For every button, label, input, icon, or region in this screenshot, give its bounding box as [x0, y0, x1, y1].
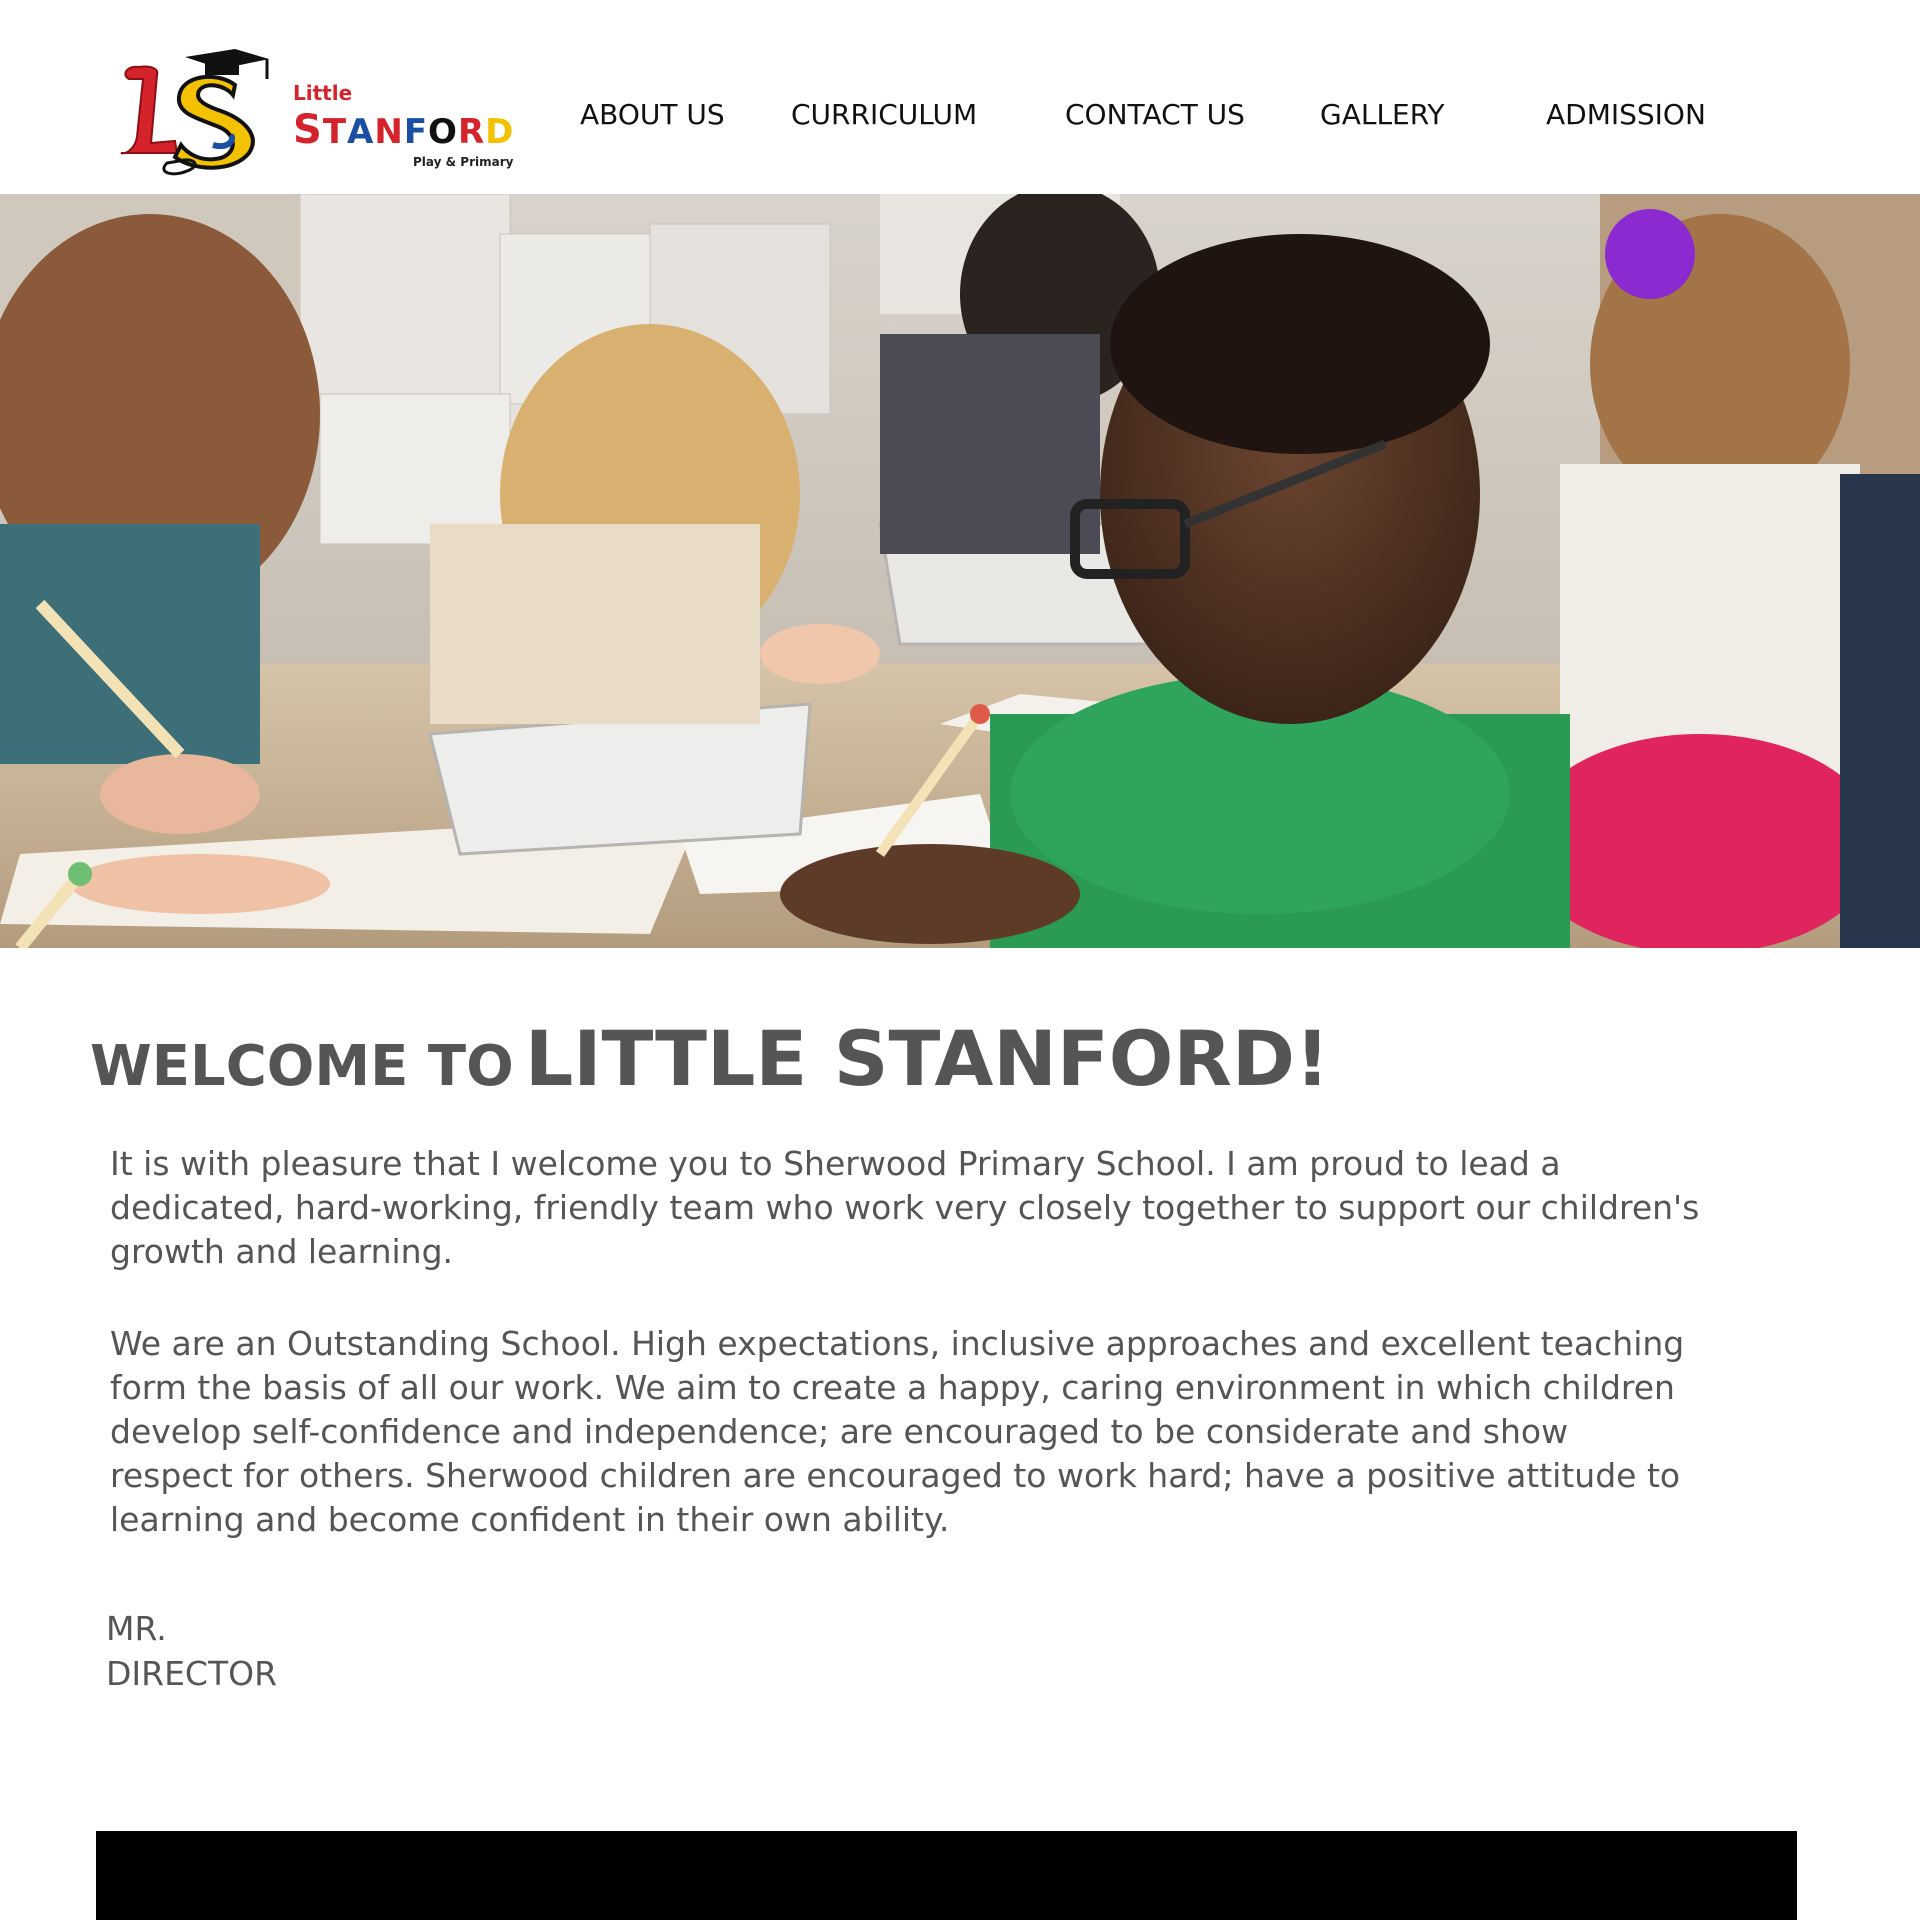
- welcome-heading: WELCOME TO LITTLE STANFORD!: [90, 1014, 1330, 1103]
- welcome-paragraph-2: We are an Outstanding School. High expec…: [110, 1322, 1700, 1542]
- hero-image: [0, 194, 1920, 948]
- nav-curriculum[interactable]: CURRICULUM: [791, 98, 977, 131]
- welcome-paragraph-1: It is with pleasure that I welcome you t…: [110, 1144, 1700, 1271]
- nav-admission[interactable]: ADMISSION: [1546, 98, 1706, 131]
- classroom-photo: [0, 194, 1920, 948]
- welcome-heading-school: LITTLE STANFORD!: [524, 1014, 1330, 1103]
- logo-tagline: Play & Primary: [413, 155, 514, 169]
- director-signature: MR. DIRECTOR: [106, 1606, 277, 1696]
- nav-gallery[interactable]: GALLERY: [1320, 98, 1445, 131]
- signature-title: MR.: [106, 1609, 167, 1648]
- welcome-heading-prefix: WELCOME TO: [90, 1034, 514, 1099]
- outstanding-school-text: We are an Outstanding School: [110, 1324, 611, 1363]
- nav-about-us[interactable]: ABOUT US: [580, 98, 725, 131]
- footer-banner: [96, 1831, 1797, 1920]
- signature-role: DIRECTOR: [106, 1654, 278, 1693]
- site-header: Little STANFORD Play & Primary ABOUT US …: [0, 0, 1920, 194]
- main-nav: ABOUT US CURRICULUM CONTACT US GALLERY A…: [0, 98, 1920, 148]
- nav-contact-us[interactable]: CONTACT US: [1065, 98, 1245, 131]
